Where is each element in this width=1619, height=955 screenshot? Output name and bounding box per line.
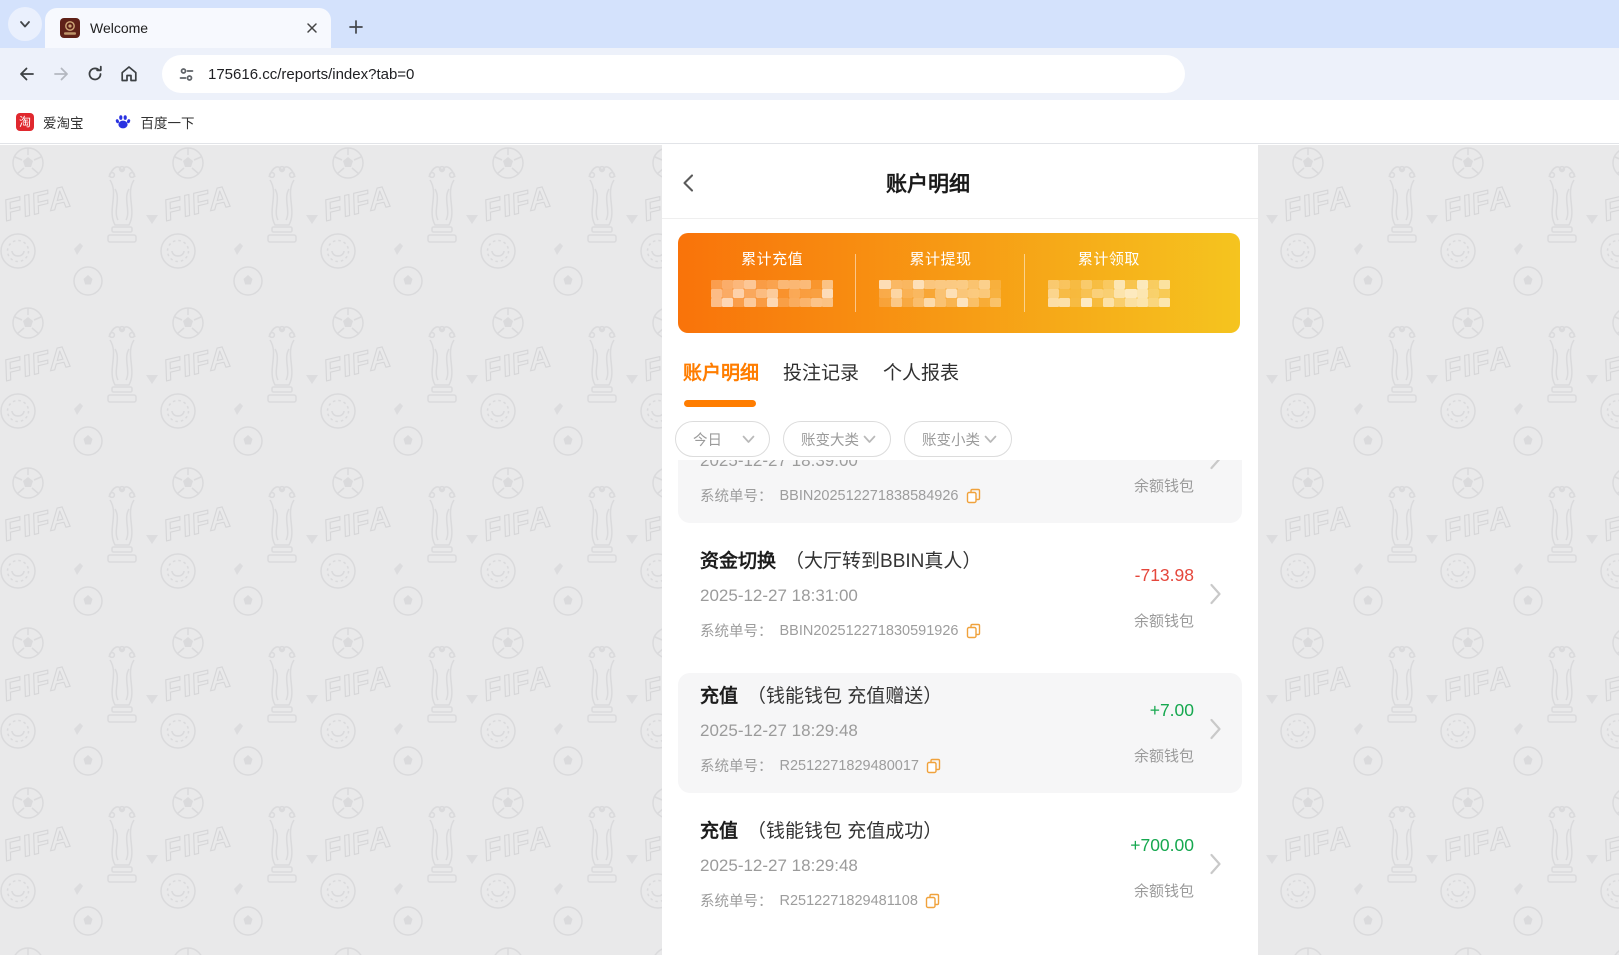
- transaction-type: 资金切换: [700, 551, 777, 572]
- page-title: 账户明细: [886, 173, 970, 196]
- stat-value-masked: [879, 280, 1002, 307]
- tab-search-button[interactable]: [8, 7, 42, 41]
- transaction-type: 充值: [700, 686, 739, 707]
- filter-dropdown[interactable]: 今日: [675, 421, 770, 457]
- site-favicon: [60, 18, 80, 38]
- transaction-datetime: 2025-12-27 18:39:00: [700, 460, 858, 470]
- order-number-value: BBIN202512271830591926: [779, 622, 959, 639]
- home-button[interactable]: [112, 57, 146, 91]
- browser-tab[interactable]: Welcome: [45, 8, 331, 48]
- filter-label: 账变小类: [922, 432, 980, 449]
- app-header: 账户明细: [662, 145, 1258, 219]
- dropdown-chevron-icon: [863, 435, 876, 443]
- copy-icon[interactable]: [966, 623, 981, 639]
- plus-icon: [349, 20, 363, 34]
- app-panel: 账户明细 累计充值 累计提现 累计领取 账户明细 投注记录 个人报表 今日 账变大类 账变小…: [662, 145, 1258, 955]
- home-icon: [121, 66, 137, 82]
- row-chevron-right-icon: [1210, 583, 1221, 605]
- bookmark-item-baidu[interactable]: 百度一下: [114, 112, 195, 132]
- transaction-row[interactable]: 2025-12-27 18:39:00 系统单号： BBIN20251227183…: [678, 460, 1242, 523]
- summary-stats: 累计充值 累计提现 累计领取: [688, 233, 1193, 333]
- transaction-datetime: 2025-12-27 18:31:00: [700, 586, 858, 605]
- section-tab[interactable]: 投注记录: [783, 358, 859, 407]
- bookmarks-bar: 淘 爱淘宝 百度一下: [0, 100, 1619, 144]
- transaction-amount: +7.00: [1149, 700, 1194, 720]
- stat-label: 累计领取: [1077, 251, 1140, 268]
- filter-dropdown[interactable]: 账变大类: [783, 421, 891, 457]
- transaction-datetime: 2025-12-27 18:29:48: [700, 856, 858, 875]
- wallet-label: 余额钱包: [1133, 478, 1194, 495]
- tab-close-icon[interactable]: [301, 17, 323, 39]
- bookmark-label: 百度一下: [140, 115, 195, 131]
- copy-icon[interactable]: [966, 488, 981, 504]
- browser-tab-strip: Welcome: [0, 0, 1619, 48]
- transaction-subtitle: （钱能钱包 充值成功）: [747, 821, 943, 842]
- stat-label: 累计充值: [741, 251, 804, 268]
- order-number-label: 系统单号：: [700, 759, 773, 775]
- order-number-label: 系统单号：: [700, 489, 773, 505]
- filter-label: 账变大类: [801, 432, 859, 449]
- forward-button[interactable]: [44, 57, 78, 91]
- bookmark-item-taobao[interactable]: 淘 爱淘宝: [16, 112, 84, 132]
- summary-card: 累计充值 累计提现 累计领取: [678, 233, 1240, 333]
- forward-icon: [54, 67, 68, 81]
- transaction-datetime: 2025-12-27 18:29:48: [700, 721, 858, 740]
- tab-title: Welcome: [90, 20, 149, 36]
- back-icon: [20, 67, 34, 81]
- copy-icon[interactable]: [926, 758, 941, 774]
- dropdown-chevron-icon: [984, 435, 997, 443]
- section-tabs: 账户明细 投注记录 个人报表: [683, 358, 959, 407]
- stat-label: 累计提现: [909, 251, 972, 268]
- filter-dropdown[interactable]: 账变小类: [904, 421, 1012, 457]
- copy-icon[interactable]: [925, 893, 940, 909]
- transaction-subtitle: （钱能钱包 充值赠送）: [747, 686, 943, 707]
- url-text: 175616.cc/reports/index?tab=0: [208, 65, 415, 83]
- baidu-paw-icon: [115, 114, 130, 128]
- filter-bar: 今日 账变大类 账变小类: [675, 421, 1012, 457]
- tune-icon[interactable]: [178, 66, 195, 83]
- order-number-value: R2512271829481108: [779, 892, 918, 909]
- stat-value-masked: [1047, 280, 1170, 307]
- taobao-icon: 淘: [16, 112, 34, 131]
- transaction-row[interactable]: 充值 （钱能钱包 充值成功） 2025-12-27 18:29:48 系统单号：…: [678, 808, 1242, 928]
- row-chevron-right-icon: [1210, 718, 1221, 740]
- row-chevron-right-icon: [1210, 853, 1221, 875]
- filter-label: 今日: [693, 432, 722, 449]
- row-chevron-right-icon: [1210, 460, 1221, 470]
- wallet-label: 余额钱包: [1133, 883, 1194, 900]
- order-number-value: R2512271829480017: [779, 757, 920, 774]
- wallet-label: 余额钱包: [1133, 748, 1194, 765]
- order-number-label: 系统单号：: [700, 624, 773, 640]
- reload-icon: [88, 65, 102, 81]
- transaction-subtitle: （大厅转到BBIN真人）: [785, 551, 982, 572]
- summary-stat: 累计领取: [1025, 233, 1193, 333]
- transaction-amount: -713.98: [1134, 565, 1194, 585]
- reload-button[interactable]: [78, 57, 112, 91]
- chevron-down-icon: [20, 21, 30, 28]
- dropdown-chevron-icon: [742, 435, 755, 443]
- summary-stat: 累计提现: [856, 233, 1025, 333]
- transaction-row[interactable]: 充值 （钱能钱包 充值赠送） 2025-12-27 18:29:48 系统单号：…: [678, 673, 1242, 793]
- new-tab-button[interactable]: [342, 13, 370, 41]
- order-number-label: 系统单号：: [700, 894, 773, 910]
- back-button[interactable]: [10, 57, 44, 91]
- section-tab[interactable]: 账户明细: [683, 358, 759, 407]
- transaction-amount: +700.00: [1130, 835, 1194, 855]
- transaction-row[interactable]: 资金切换 （大厅转到BBIN真人） 2025-12-27 18:31:00 系统…: [678, 538, 1242, 658]
- page-background: FIFA: [0, 145, 1619, 955]
- wallet-label: 余额钱包: [1133, 613, 1194, 630]
- bookmark-label: 爱淘宝: [43, 115, 84, 131]
- summary-stat: 累计充值: [688, 233, 857, 333]
- url-bar[interactable]: 175616.cc/reports/index?tab=0: [162, 55, 1185, 93]
- stat-value-masked: [711, 280, 834, 307]
- order-number-value: BBIN202512271838584926: [779, 487, 959, 504]
- transaction-list: 2025-12-27 18:39:00 系统单号： BBIN20251227183…: [662, 460, 1258, 955]
- section-tab[interactable]: 个人报表: [883, 358, 959, 407]
- transaction-type: 充值: [700, 821, 739, 842]
- browser-toolbar: 175616.cc/reports/index?tab=0: [0, 48, 1619, 100]
